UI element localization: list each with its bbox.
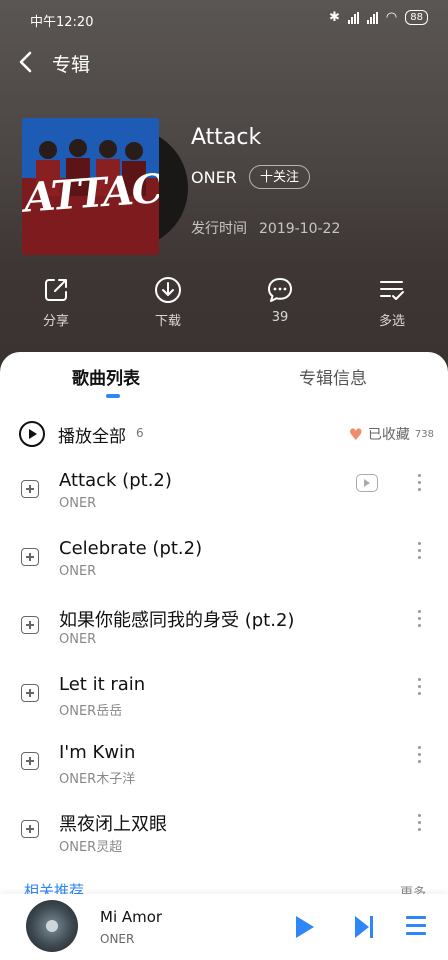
- download-icon: [155, 277, 181, 303]
- cover-title-art: ATTACK: [22, 162, 159, 222]
- add-to-playlist-icon[interactable]: [21, 616, 39, 634]
- song-row[interactable]: Attack (pt.2) ONER: [0, 470, 448, 538]
- song-title: Let it rain: [59, 674, 146, 695]
- song-title: Attack (pt.2): [59, 470, 172, 491]
- song-artist: ONER: [59, 632, 97, 647]
- battery-icon: 88: [405, 10, 428, 25]
- more-options-icon[interactable]: [418, 814, 422, 835]
- release-date: 2019-10-22: [259, 221, 341, 237]
- status-icons: ✱ ◠ 88: [329, 10, 428, 25]
- song-row[interactable]: 如果你能感同我的身受 (pt.2) ONER: [0, 606, 448, 674]
- now-playing-artist: ONER: [100, 932, 135, 946]
- next-track-icon[interactable]: [355, 916, 375, 938]
- song-count: 6: [136, 426, 144, 440]
- status-bar: 中午12:20 ✱ ◠ 88: [0, 0, 448, 38]
- song-artist: ONER灵超: [59, 840, 123, 855]
- favorited-label: 已收藏: [367, 427, 410, 443]
- share-button[interactable]: 分享: [21, 276, 91, 329]
- song-title: 黑夜闭上双眼: [59, 814, 167, 835]
- heart-icon: ♥: [348, 424, 363, 444]
- more-options-icon[interactable]: [418, 610, 422, 631]
- release-info: 发行时间 2019-10-22: [191, 218, 352, 238]
- song-row[interactable]: I'm Kwin ONER木子洋: [0, 742, 448, 810]
- song-title: 如果你能感同我的身受 (pt.2): [59, 610, 295, 631]
- follow-button[interactable]: 十关注: [249, 165, 311, 189]
- song-artist: ONER: [59, 496, 97, 511]
- multiselect-button[interactable]: 多选: [357, 276, 427, 329]
- album-artist[interactable]: ONER: [191, 168, 237, 187]
- more-options-icon[interactable]: [418, 542, 422, 563]
- now-playing-cover[interactable]: [26, 900, 78, 952]
- song-artist: ONER木子洋: [59, 772, 136, 787]
- play-icon[interactable]: [296, 916, 314, 938]
- play-all-icon[interactable]: [19, 421, 45, 447]
- now-playing-title: Mi Amor: [100, 908, 163, 926]
- bluetooth-icon: ✱: [329, 10, 340, 25]
- back-arrow-icon[interactable]: [16, 50, 36, 74]
- mini-player[interactable]: Mi Amor ONER: [0, 894, 448, 960]
- play-all-row[interactable]: 播放全部 6 ♥ 已收藏 738: [0, 414, 448, 454]
- album-cover[interactable]: ATTACK: [22, 118, 159, 255]
- add-to-playlist-icon[interactable]: [21, 820, 39, 838]
- page-title: 专辑: [52, 54, 91, 76]
- status-time: 中午12:20: [30, 15, 94, 30]
- share-label: 分享: [42, 314, 69, 329]
- playlist-icon[interactable]: [406, 916, 426, 938]
- album-actions: 分享 下载 39 多选: [0, 276, 448, 336]
- tab-album-info[interactable]: 专辑信息: [299, 364, 367, 389]
- add-to-playlist-icon[interactable]: [21, 752, 39, 770]
- content-sheet: 歌曲列表 专辑信息 播放全部 6 ♥ 已收藏 738 Attack (pt.2)…: [0, 352, 448, 960]
- multiselect-label: 多选: [378, 314, 405, 329]
- add-to-playlist-icon[interactable]: [21, 480, 39, 498]
- comments-button[interactable]: 39: [245, 276, 315, 325]
- song-title: Celebrate (pt.2): [59, 538, 203, 559]
- song-row[interactable]: 黑夜闭上双眼 ONER灵超: [0, 810, 448, 878]
- comments-count: 39: [271, 310, 289, 325]
- song-row[interactable]: Celebrate (pt.2) ONER: [0, 538, 448, 606]
- more-options-icon[interactable]: [418, 678, 422, 699]
- mv-play-icon[interactable]: [356, 474, 378, 492]
- more-options-icon[interactable]: [418, 474, 422, 495]
- song-title: I'm Kwin: [59, 742, 136, 763]
- signal-icon: [347, 11, 359, 24]
- comment-icon: [268, 278, 292, 302]
- download-label: 下载: [154, 314, 181, 329]
- top-bar: 专辑: [0, 40, 448, 84]
- favorite-button[interactable]: ♥ 已收藏 738: [349, 424, 434, 444]
- multiselect-icon: [380, 281, 404, 300]
- add-to-playlist-icon[interactable]: [21, 684, 39, 702]
- download-button[interactable]: 下载: [133, 276, 203, 329]
- wifi-icon: ◠: [385, 10, 398, 25]
- more-options-icon[interactable]: [418, 746, 422, 767]
- signal-icon-2: [366, 11, 378, 24]
- favorite-count: 738: [414, 428, 434, 440]
- tab-indicator: [106, 394, 120, 398]
- play-all-label[interactable]: 播放全部: [58, 422, 126, 447]
- song-row[interactable]: Let it rain ONER岳岳: [0, 674, 448, 742]
- song-artist: ONER: [59, 564, 97, 579]
- share-icon: [45, 279, 67, 301]
- release-label: 发行时间: [191, 221, 247, 237]
- tab-song-list[interactable]: 歌曲列表: [72, 364, 140, 389]
- album-name: Attack: [191, 125, 262, 150]
- add-to-playlist-icon[interactable]: [21, 548, 39, 566]
- song-artist: ONER岳岳: [59, 704, 123, 719]
